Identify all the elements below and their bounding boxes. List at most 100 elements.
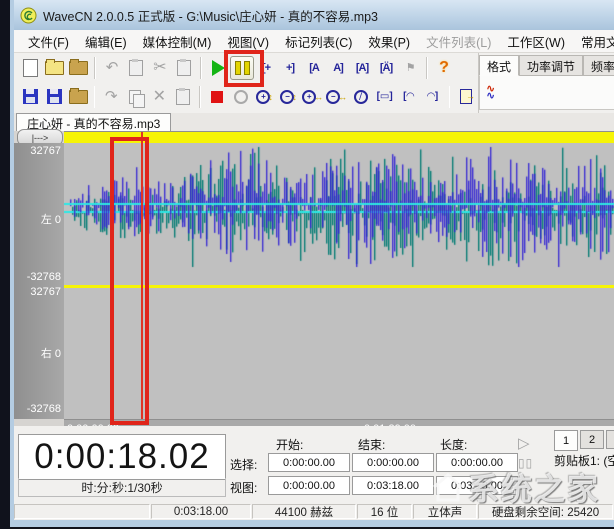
selection-end-button[interactable]: +] — [278, 55, 302, 81]
play-icon — [212, 60, 225, 76]
exit-door-icon — [460, 89, 472, 104]
waveform-view[interactable] — [64, 143, 614, 419]
zoom-out-vertical-button[interactable]: −↕ — [277, 84, 301, 110]
menu-common-files[interactable]: 常用文件(A) — [573, 29, 614, 54]
tab-format[interactable]: 格式 — [479, 55, 519, 76]
preview-play-icon[interactable]: ▷ — [518, 434, 533, 452]
insert-file-button[interactable] — [66, 55, 90, 81]
undo-button[interactable]: ↶ — [100, 55, 124, 81]
menu-view[interactable]: 视图(V) — [219, 29, 277, 54]
status-field-diskspace: 硬盘剩余空间: 25420 — [478, 504, 613, 519]
cursor-to-start-button[interactable]: [A — [302, 55, 326, 81]
paste-insert-button[interactable] — [171, 84, 195, 110]
status-field-empty — [14, 504, 150, 519]
zoom-selection-start-button[interactable]: [◠ — [397, 84, 421, 110]
clipboard-tab-3[interactable]: 3 — [606, 430, 614, 449]
select-all-button[interactable]: [Ä] — [374, 55, 398, 81]
paste-insert-icon — [176, 89, 190, 105]
pause-button[interactable] — [230, 55, 254, 81]
amplitude-ruler: 32767 左 0 -32768 32767 右 0 -32768 — [14, 143, 64, 419]
undo-icon: ↶ — [106, 60, 119, 75]
selection-length-field[interactable]: 0:00:00.00 — [436, 453, 518, 472]
paste-mix-button[interactable] — [124, 55, 148, 81]
toolbar-separator — [199, 86, 200, 108]
zoom-reset-button[interactable]: ⧸ — [349, 84, 373, 110]
selection-end-field[interactable]: 0:00:00.00 — [352, 453, 434, 472]
zoom-in-vertical-button[interactable]: +↕ — [253, 84, 277, 110]
tab-frequency-adjust[interactable]: 频率调节 — [583, 55, 614, 76]
open-file-button[interactable] — [42, 55, 66, 81]
menu-effects[interactable]: 效果(P) — [360, 29, 418, 54]
menu-file[interactable]: 文件(F) — [20, 29, 77, 54]
right-zero-label: 右 0 — [41, 345, 61, 361]
title-bar[interactable]: WaveCN 2.0.0.5 正式版 - G:\Music\庄心妍 - 真的不容… — [10, 0, 614, 31]
redo-button[interactable]: ↷ — [99, 84, 123, 110]
playhead-cursor[interactable] — [141, 132, 143, 419]
record-icon — [234, 90, 248, 104]
row-label-selection: 选择: — [230, 456, 257, 473]
header-length: 长度: — [440, 436, 467, 453]
header-start: 开始: — [276, 436, 303, 453]
select-view-icon: [A] — [356, 62, 368, 74]
zoom-reset-icon: ⧸ — [354, 90, 368, 104]
right-max-label: 32767 — [30, 286, 61, 298]
right-min-label: -32768 — [27, 403, 61, 415]
menu-bar: 文件(F) 编辑(E) 媒体控制(M) 视图(V) 标记列表(C) 效果(P) … — [14, 30, 614, 53]
transport-panel: 0:00:18.02 时:分:秒:1/30秒 开始: 结束: 长度: 选择: 视… — [14, 426, 614, 503]
close-file-button[interactable] — [66, 84, 90, 110]
left-max-label: 32767 — [30, 145, 61, 157]
zoom-to-selection-icon: [▭] — [377, 91, 393, 102]
zoom-selection-end-button[interactable]: ◠] — [421, 84, 445, 110]
menu-file-list: 文件列表(L) — [418, 29, 499, 54]
play-button[interactable] — [206, 55, 230, 81]
view-length-field[interactable]: 0:03:18.00 — [436, 476, 518, 495]
clipboard-tabs: 1 2 3 — [554, 430, 614, 451]
horizontal-arrow-icon: ↔ — [338, 92, 347, 102]
delete-button[interactable]: ✕ — [147, 84, 171, 110]
flag-button: ⚑ — [398, 55, 422, 81]
convert-format-icon: ∿ — [486, 90, 495, 102]
view-start-field[interactable]: 0:00:00.00 — [268, 476, 350, 495]
selection-start-field[interactable]: 0:00:00.00 — [268, 453, 350, 472]
vertical-arrow-icon: ↕ — [292, 92, 297, 102]
zoom-out-horizontal-button[interactable]: −↔ — [325, 84, 349, 110]
window-bottom-border — [10, 520, 614, 527]
select-view-button[interactable]: [A] — [350, 55, 374, 81]
menu-edit[interactable]: 编辑(E) — [77, 29, 135, 54]
save-icon — [23, 89, 38, 104]
cursor-to-end-button[interactable]: A] — [326, 55, 350, 81]
stop-button[interactable] — [205, 84, 229, 110]
status-field-samplerate: 44100 赫兹 — [252, 504, 356, 519]
save-button[interactable] — [18, 84, 42, 110]
zoom-to-selection-button[interactable]: [▭] — [373, 84, 397, 110]
toolbar-separator — [200, 57, 202, 79]
clipboard-status: 剪贴板1: (空 — [554, 452, 614, 469]
menu-media-control[interactable]: 媒体控制(M) — [135, 29, 220, 54]
view-end-field[interactable]: 0:03:18.00 — [352, 476, 434, 495]
marker-line — [146, 213, 148, 413]
save-as-icon — [47, 89, 62, 104]
menu-workspace[interactable]: 工作区(W) — [499, 29, 573, 54]
zoom-in-horizontal-button[interactable]: +↔ — [301, 84, 325, 110]
cursor-to-start-icon: [A — [309, 62, 319, 74]
select-all-icon: [Ä] — [380, 62, 392, 74]
exit-button[interactable] — [454, 84, 478, 110]
new-file-button[interactable] — [18, 55, 42, 81]
menu-marker-list[interactable]: 标记列表(C) — [277, 29, 360, 54]
preview-pause-icon[interactable]: ▯▯ — [518, 456, 533, 470]
delete-icon: ✕ — [153, 89, 166, 105]
help-button[interactable]: ? — [432, 55, 456, 81]
selection-start-button[interactable]: [+ — [254, 55, 278, 81]
copy-button[interactable] — [123, 84, 147, 110]
left-zero-label: 左 0 — [41, 211, 61, 227]
cut-button[interactable]: ✂ — [148, 55, 172, 81]
clipboard-tab-1[interactable]: 1 — [554, 430, 578, 451]
vertical-arrow-icon: ↕ — [268, 92, 273, 102]
paste-new-button[interactable] — [172, 55, 196, 81]
zoom-selection-start-icon: [◠ — [403, 91, 414, 102]
insert-folder-icon — [69, 61, 88, 75]
save-as-button[interactable] — [42, 84, 66, 110]
convert-format-button[interactable]: ∿∿ — [486, 86, 495, 99]
tab-power-adjust[interactable]: 功率调节 — [519, 55, 583, 76]
clipboard-tab-2[interactable]: 2 — [580, 430, 604, 449]
